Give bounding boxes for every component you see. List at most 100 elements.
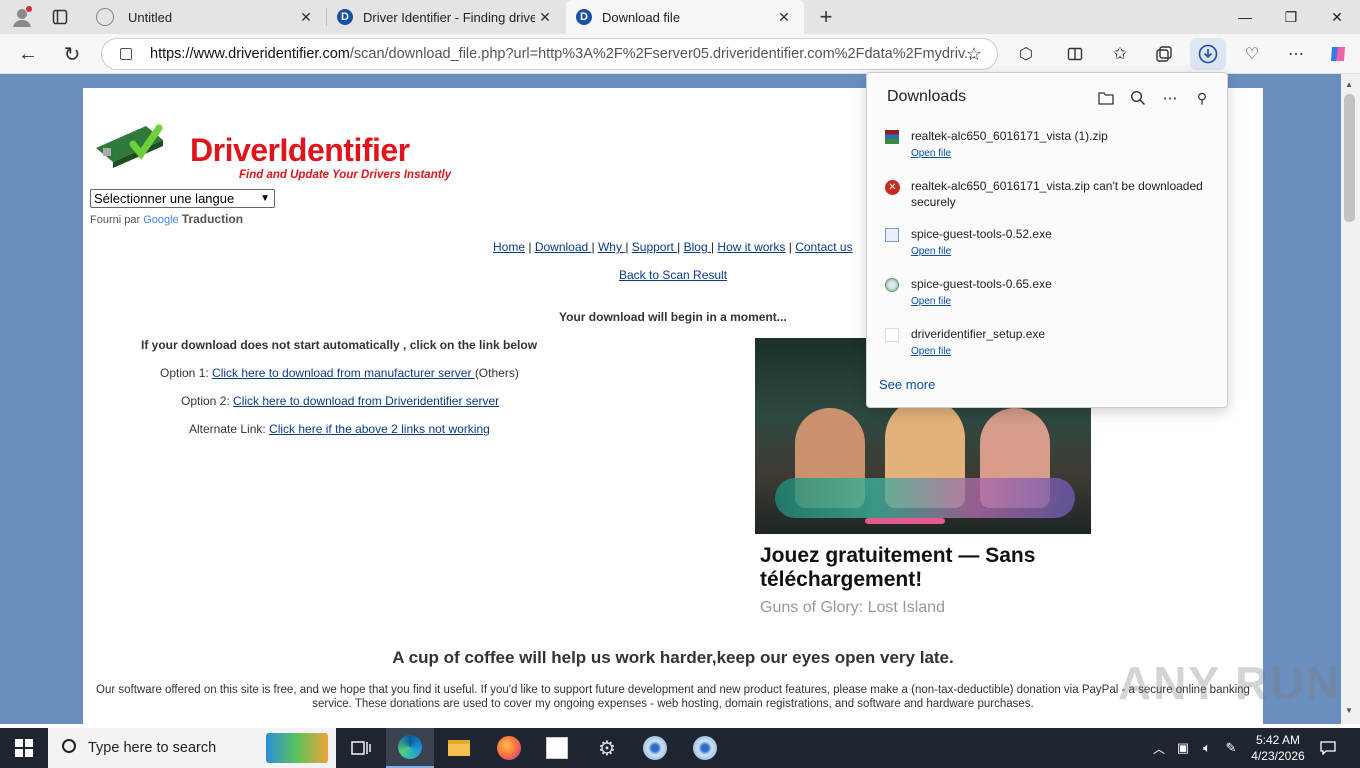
tab-driver-identifier[interactable]: D Driver Identifier - Finding drivers f … [327, 0, 565, 34]
nav-how-it-works[interactable]: How it works [717, 240, 785, 254]
open-file-link[interactable]: Open file [911, 148, 951, 159]
setup-gears-icon[interactable]: ⚙ [584, 728, 630, 768]
driveridentifier-download-link[interactable]: Click here to download from Driveridenti… [233, 394, 499, 408]
favorites-icon[interactable]: ✩ [1108, 42, 1132, 66]
search-icon [62, 739, 76, 753]
option-1: Option 1: Click here to download from ma… [160, 366, 519, 380]
pin-icon[interactable]: ⚲ [1191, 87, 1213, 109]
chevron-down-icon: ▼ [260, 193, 270, 204]
new-tab-icon[interactable]: + [814, 4, 838, 29]
show-hidden-icons[interactable]: ︿ [1148, 728, 1170, 768]
close-tab-icon[interactable]: ✕ [296, 9, 316, 26]
notifications-icon[interactable] [1314, 728, 1342, 768]
scroll-down-icon[interactable]: ▼ [1345, 706, 1353, 715]
keyboard-icon[interactable]: ✎ [1220, 728, 1242, 768]
google-logo: Google [143, 214, 179, 226]
tab-actions-icon[interactable] [48, 5, 72, 29]
installer-taskbar-icon[interactable] [632, 728, 678, 768]
download-filename: realtek-alc650_6016171_vista.zip can't b… [911, 179, 1203, 209]
start-windows-icon[interactable] [0, 728, 48, 768]
download-filename: realtek-alc650_6016171_vista (1).zip [911, 129, 1108, 143]
ad-headline[interactable]: Jouez gratuitement — Sans téléchargement… [760, 544, 1090, 592]
clock[interactable]: 5:42 AM 4/23/2026 [1246, 728, 1310, 768]
profile-icon[interactable] [10, 5, 34, 29]
download-item[interactable]: spice-guest-tools-0.65.exe Open file [867, 276, 1227, 316]
tab-title: Driver Identifier - Finding drivers f [363, 9, 535, 25]
open-file-link[interactable]: Open file [911, 296, 951, 307]
ad-tail [775, 478, 1075, 518]
logo-title: DriverIdentifier [190, 132, 410, 168]
task-view-icon[interactable] [338, 728, 384, 768]
edge-logo-icon [398, 735, 422, 759]
firefox-icon[interactable] [486, 728, 532, 768]
nav-why[interactable]: Why [598, 240, 625, 254]
installer-taskbar-icon[interactable] [682, 728, 728, 768]
disc-icon [693, 736, 717, 760]
downloads-icon[interactable] [1190, 38, 1226, 70]
more-options-icon[interactable]: ⋯ [1159, 87, 1181, 109]
close-tab-icon[interactable]: ✕ [774, 9, 794, 26]
nav-support[interactable]: Support [632, 240, 677, 254]
extensions-icon[interactable]: ⬡ [1014, 42, 1038, 66]
favorite-star-icon[interactable]: ☆ [962, 42, 986, 66]
scroll-up-icon[interactable]: ▲ [1345, 80, 1353, 89]
folder-icon [448, 740, 470, 756]
download-message: Your download will begin in a moment... [559, 310, 787, 324]
open-file-link[interactable]: Open file [911, 346, 951, 357]
alternate-download-link[interactable]: Click here if the above 2 links not work… [269, 422, 490, 436]
network-icon[interactable]: ▣ [1172, 728, 1194, 768]
edge-taskbar-icon[interactable] [386, 728, 434, 768]
address-input[interactable]: https://www.driveridentifier.com/scan/do… [101, 38, 998, 70]
tab-bar: Untitled ✕ D Driver Identifier - Finding… [0, 0, 1360, 34]
download-filename: spice-guest-tools-0.65.exe [911, 277, 1052, 291]
performance-icon[interactable]: ♡ [1240, 42, 1264, 66]
close-window-icon[interactable]: ✕ [1314, 0, 1360, 34]
alternate-link-row: Alternate Link: Click here if the above … [189, 422, 490, 436]
scroll-thumb[interactable] [1344, 94, 1355, 222]
firefox-logo-icon [497, 736, 521, 760]
back-to-scan-link[interactable]: Back to Scan Result [619, 268, 727, 282]
open-file-link[interactable]: Open file [911, 246, 951, 257]
see-more-link[interactable]: See more [879, 377, 935, 392]
donate-text: Our software offered on this site is fre… [96, 684, 1250, 710]
nav-contact-us[interactable]: Contact us [795, 240, 852, 254]
page-scrollbar[interactable]: ▲ ▼ [1341, 74, 1360, 724]
taskbar-search-box[interactable]: Type here to search [48, 728, 336, 768]
download-item[interactable]: driveridentifier_setup.exe Open file [867, 326, 1227, 366]
open-folder-icon[interactable] [1095, 87, 1117, 109]
close-tab-icon[interactable]: ✕ [535, 9, 555, 26]
search-icon[interactable] [1127, 87, 1149, 109]
tab-untitled[interactable]: Untitled ✕ [86, 0, 326, 34]
nav-home[interactable]: Home [493, 240, 525, 254]
taskbar: Type here to search ⚙ ︿ ▣ 🔈︎ ✎ 5:42 AM 4… [0, 728, 1360, 768]
split-screen-icon[interactable] [1063, 42, 1087, 66]
language-select[interactable]: Sélectionner une langue ▼ [90, 189, 275, 208]
tab-title: Download file [602, 9, 681, 25]
minimize-icon[interactable]: — [1222, 0, 1268, 34]
collections-icon[interactable] [1152, 42, 1176, 66]
clock-date: 4/23/2026 [1251, 749, 1305, 763]
more-menu-icon[interactable]: ⋯ [1284, 42, 1308, 66]
ad-subtitle[interactable]: Guns of Glory: Lost Island [760, 599, 945, 617]
download-item[interactable]: ✕ realtek-alc650_6016171_vista.zip can't… [867, 178, 1227, 218]
download-item[interactable]: spice-guest-tools-0.52.exe Open file [867, 226, 1227, 266]
lock-icon[interactable] [120, 48, 132, 60]
back-icon[interactable]: ← [14, 40, 42, 68]
tab-download-file[interactable]: D Download file ✕ [566, 0, 804, 34]
copilot-icon[interactable] [1326, 42, 1350, 66]
restore-icon[interactable]: ❐ [1268, 0, 1314, 34]
option-1-label: Option 1: [160, 366, 213, 380]
download-filename: spice-guest-tools-0.52.exe [911, 227, 1052, 241]
manufacturer-download-link[interactable]: Click here to download from manufacturer… [212, 366, 475, 380]
nav-blog[interactable]: Blog [684, 240, 711, 254]
nav-download[interactable]: Download [535, 240, 592, 254]
option-1-suffix: (Others) [474, 366, 519, 380]
volume-icon[interactable]: 🔈︎ [1196, 728, 1218, 768]
address-toolbar: ← ↻ https://www.driveridentifier.com/sca… [0, 34, 1360, 74]
option-2: Option 2: Click here to download from Dr… [181, 394, 499, 408]
app-taskbar-icon[interactable] [534, 728, 580, 768]
installer-icon [885, 278, 899, 292]
refresh-icon[interactable]: ↻ [58, 40, 86, 68]
download-item[interactable]: realtek-alc650_6016171_vista (1).zip Ope… [867, 128, 1227, 168]
file-explorer-icon[interactable] [436, 728, 482, 768]
